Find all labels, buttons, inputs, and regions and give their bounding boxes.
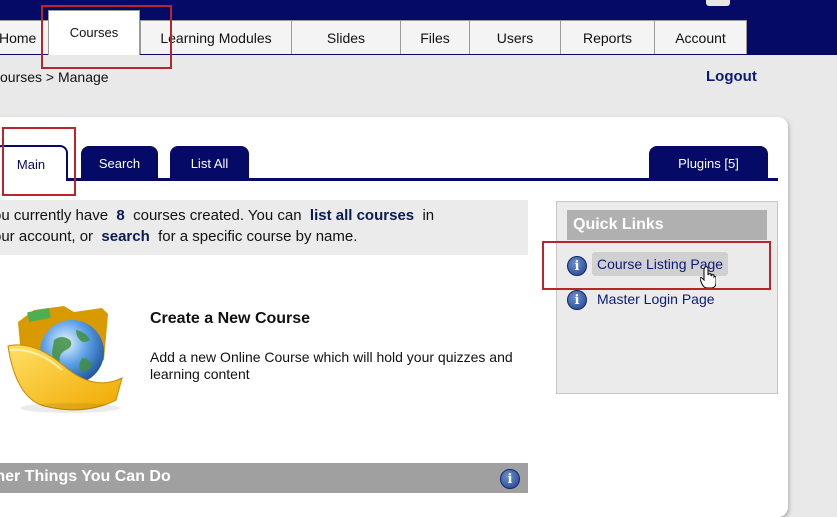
list-all-courses-link[interactable]: list all courses bbox=[310, 207, 414, 224]
summary-line-1: ou currently have 8 courses created. You… bbox=[0, 205, 434, 226]
summary-line-2: our account, or search for a specific co… bbox=[0, 226, 357, 247]
info-icon: i bbox=[567, 290, 587, 310]
summary-text: ou currently have bbox=[0, 207, 109, 224]
quick-links-title: Quick Links bbox=[567, 210, 767, 240]
nav-tab-files[interactable]: Files bbox=[400, 20, 470, 54]
summary-text: courses created. You can bbox=[133, 207, 302, 224]
breadcrumb: ourses > Manage bbox=[0, 69, 109, 85]
master-login-page-link[interactable]: Master Login Page bbox=[597, 291, 715, 307]
other-things-header: ther Things You Can Do i bbox=[0, 463, 528, 493]
summary-text: for a specific course by name. bbox=[158, 228, 358, 245]
subtabs-underline bbox=[0, 178, 778, 181]
highlight-box bbox=[41, 5, 172, 69]
window-control[interactable] bbox=[706, 0, 730, 6]
nav-tab-account[interactable]: Account bbox=[654, 20, 747, 54]
search-link[interactable]: search bbox=[101, 228, 149, 245]
other-things-title: ther Things You Can Do bbox=[0, 468, 171, 485]
info-icon[interactable]: i bbox=[500, 469, 520, 489]
summary-text: in bbox=[422, 207, 435, 224]
highlight-box bbox=[542, 241, 771, 290]
logout-link[interactable]: Logout bbox=[706, 68, 757, 85]
course-count: 8 bbox=[116, 207, 125, 224]
nav-tab-reports[interactable]: Reports bbox=[560, 20, 655, 54]
subtab-plugins[interactable]: Plugins [5] bbox=[649, 146, 768, 178]
summary-text: our account, or bbox=[0, 228, 94, 245]
nav-tab-users[interactable]: Users bbox=[469, 20, 561, 54]
course-summary: ou currently have 8 courses created. You… bbox=[0, 200, 528, 255]
subtab-list-all[interactable]: List All bbox=[170, 146, 249, 178]
nav-tab-slides[interactable]: Slides bbox=[291, 20, 401, 54]
create-course-description: Add a new Online Course which will hold … bbox=[150, 349, 513, 382]
course-folder-icon[interactable] bbox=[4, 300, 126, 415]
create-course-link[interactable]: Create a New Course bbox=[150, 310, 310, 328]
subtab-search[interactable]: Search bbox=[81, 146, 158, 178]
highlight-box bbox=[2, 127, 76, 196]
